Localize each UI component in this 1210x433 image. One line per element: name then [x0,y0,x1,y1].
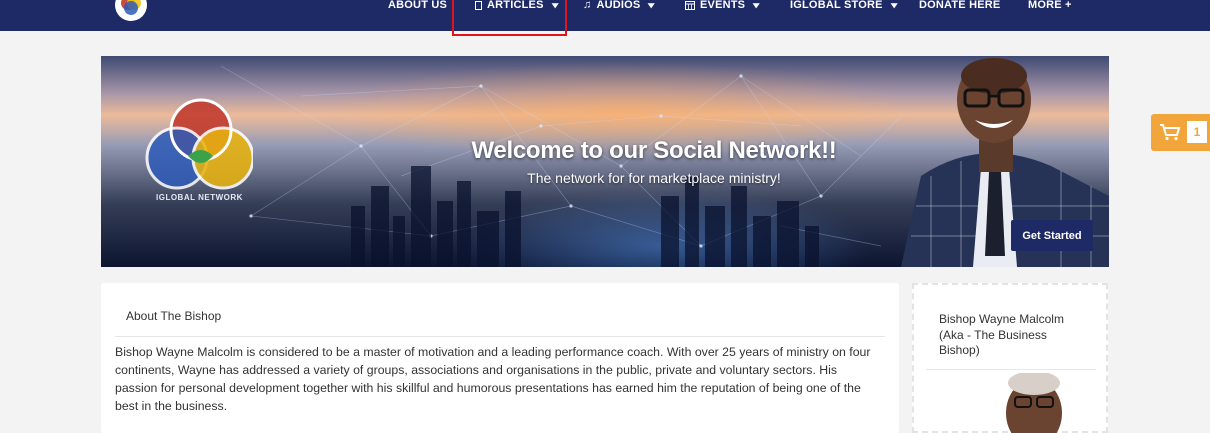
highlight-annotation [452,0,567,36]
about-title: About The Bishop [126,309,222,323]
nav-donate-here-label: DONATE HERE [919,0,1001,11]
nav-about-us-label: ABOUT US [388,0,448,11]
chevron-down-icon: ▾ [648,0,656,10]
nav-about-us[interactable]: ABOUT US [388,0,447,13]
nav-iglobal-store[interactable]: IGLOBAL STORE ▾ [790,0,898,13]
nav-events[interactable]: EVENTS ▾ [685,0,760,13]
about-card: About The Bishop Bishop Wayne Malcolm is… [101,283,899,433]
chevron-down-icon: ▾ [753,0,760,10]
profile-name[interactable]: Bishop Wayne Malcolm (Aka - The Business… [939,312,1089,359]
nav-more[interactable]: MORE + [1028,0,1072,13]
chevron-down-icon: ▾ [890,0,898,10]
about-body-text: Bishop Wayne Malcolm is considered to be… [115,345,871,413]
nav-more-label: MORE + [1028,0,1072,11]
divider [926,369,1096,370]
divider [115,336,885,337]
nav-iglobal-store-label: IGLOBAL STORE [790,0,883,11]
shopping-cart-icon [1160,124,1181,141]
cart-count-badge: 1 [1187,121,1207,143]
nav-donate-here[interactable]: DONATE HERE [919,0,1000,13]
get-started-button[interactable]: Get Started [1011,220,1093,251]
profile-avatar[interactable] [999,373,1069,433]
nav-audios[interactable]: ♫ AUDIOS ▾ [583,0,656,13]
profile-card: Bishop Wayne Malcolm (Aka - The Business… [912,283,1108,433]
nav-events-label: EVENTS [700,0,746,11]
top-navbar: ABOUT US ARTICLES ▾ ♫ AUDIOS ▾ EVENTS ▾ … [0,0,1210,31]
hero-logo-text: IGLOBAL NETWORK [156,193,243,202]
nav-audios-label: AUDIOS [596,0,641,11]
cart-widget[interactable]: 1 [1151,114,1210,151]
hero-banner: IGLOBAL NETWORK Welcome to our Social Ne… [101,56,1109,267]
calendar-icon [685,1,695,10]
site-logo[interactable] [114,0,148,22]
music-note-icon: ♫ [583,0,592,11]
